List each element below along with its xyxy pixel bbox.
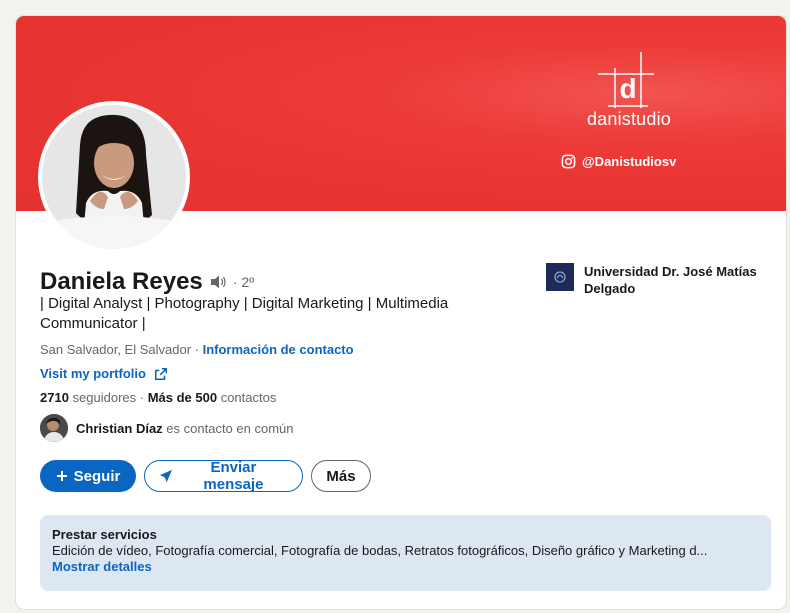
instagram-icon [561,154,576,168]
brand-name: danistudio [586,109,672,129]
follow-button[interactable]: Seguir [40,460,136,492]
services-section[interactable]: Prestar servicios Edición de vídeo, Foto… [40,515,771,591]
services-description: Edición de vídeo, Fotografía comercial, … [52,543,708,558]
send-message-button-label: Enviar mensaje [203,459,264,493]
university-logo-icon [546,263,574,291]
location-text: San Salvador, El Salvador [40,342,192,357]
mutual-connection-label: es contacto en común [162,420,294,436]
education-entry[interactable]: Universidad Dr. José Matías Delgado [546,263,776,297]
contact-info-link[interactable]: Información de contacto [203,342,354,357]
profile-actions: Seguir Enviar mensaje Más [40,459,371,493]
university-name: Universidad Dr. José Matías Delgado [584,264,757,296]
connections-label: contactos [217,390,277,405]
send-icon [159,469,173,483]
connection-degree: · 2º [232,274,255,290]
profile-name: Daniela Reyes [40,268,203,295]
mutual-connection-name: Christian Díaz [76,420,163,436]
followers-row: 2710 seguidores · Más de 500 contactos [40,390,276,405]
more-button[interactable]: Más [311,460,371,492]
pronunciation-speaker-icon[interactable] [209,274,227,290]
followers-label: seguidores [68,390,137,405]
portfolio-row[interactable]: Visit my portfolio [40,366,168,381]
profile-photo [42,105,186,249]
instagram-handle-row: @Danistudiosv [561,151,676,171]
name-row: Daniela Reyes · 2º [40,268,254,296]
portfolio-link[interactable]: Visit my portfolio [40,366,146,381]
followers-count: 2710 [40,390,69,405]
send-message-button[interactable]: Enviar mensaje [144,459,303,493]
profile-headline: | Digital Analyst | Photography | Digita… [40,295,449,332]
location-row: San Salvador, El Salvador · Información … [40,342,354,357]
connections-count[interactable]: Más de 500 [148,390,217,405]
location-separator: · [191,342,203,357]
logo-letter: d [619,73,636,104]
connections-separator: · [136,390,148,405]
danistudio-logo-icon: d [598,52,654,108]
show-details-link[interactable]: Mostrar detalles [52,559,759,575]
services-title: Prestar servicios [52,527,157,542]
instagram-handle: @Danistudiosv [582,153,677,169]
mutual-connection-avatar [40,414,68,442]
plus-icon [56,471,67,481]
profile-avatar[interactable] [38,101,190,253]
mutual-connection-row[interactable]: Christian Díaz es contacto en común [40,414,294,442]
profile-card: d danistudio @Danistudiosv Daniela Reyes [16,16,786,609]
external-link-icon [154,367,167,380]
follow-button-label: Seguir [73,467,121,485]
